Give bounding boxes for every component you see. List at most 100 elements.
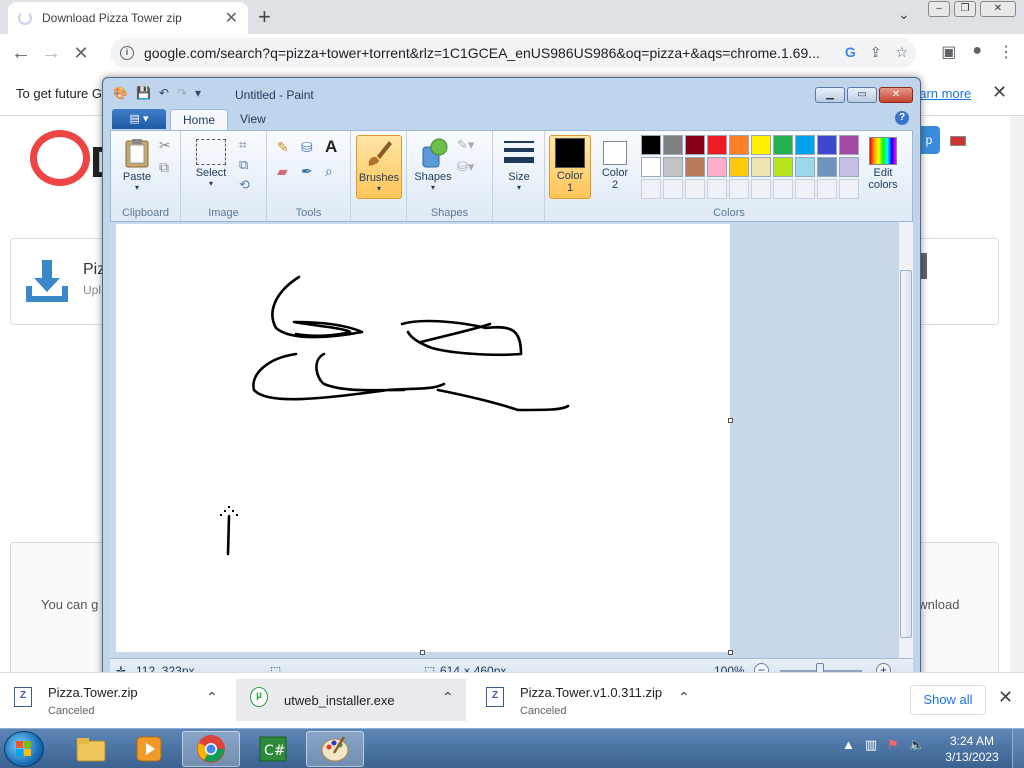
text-tool-icon[interactable]: A [325,137,343,156]
palette-swatch[interactable] [751,157,771,177]
select-button[interactable]: Select ▾ [189,135,233,195]
paint-file-menu[interactable]: ▤ ▾ [112,109,166,129]
custom-color-slot[interactable] [817,179,837,199]
canvas-resize-handle-bottom[interactable] [420,650,425,655]
address-bar[interactable]: i google.com/search?q=pizza+tower+torren… [110,38,916,68]
fill-bucket-icon[interactable]: ⛁ [301,139,319,157]
shapes-button[interactable]: Shapes ▾ [411,135,455,195]
show-all-button[interactable]: Show all [910,685,986,715]
custom-color-slot[interactable] [773,179,793,199]
custom-color-slot[interactable] [795,179,815,199]
palette-swatch[interactable] [729,157,749,177]
profile-avatar-icon[interactable]: ● [972,42,982,62]
paint-close-icon[interactable]: ✕ [879,87,913,103]
paint-app-icon[interactable]: 🎨 [113,86,128,100]
restore-window-icon[interactable]: ❐ [954,1,976,17]
palette-swatch[interactable] [773,135,793,155]
site-info-icon[interactable]: i [120,46,134,60]
custom-color-slot[interactable] [707,179,727,199]
paint-maximize-icon[interactable]: ▭ [847,87,877,103]
palette-swatch[interactable] [663,135,683,155]
download-item[interactable]: Z Pizza.Tower.v1.0.311.zip Canceled ⌃ [472,679,702,721]
palette-swatch[interactable] [641,157,661,177]
google-lens-icon[interactable]: G [845,44,856,61]
new-tab-icon[interactable]: + [258,4,271,30]
tab-search-chevron-icon[interactable]: ⌄ [898,6,910,23]
color2-button[interactable]: Color 2 [595,135,635,195]
palette-swatch[interactable] [817,135,837,155]
palette-swatch[interactable] [707,135,727,155]
chevron-up-icon[interactable]: ⌃ [206,689,218,706]
minimize-window-icon[interactable]: – [928,1,950,17]
color1-button[interactable]: Color 1 [549,135,591,199]
size-button[interactable]: Size ▾ [497,135,541,195]
copy-icon[interactable]: ⧉ [159,159,177,177]
chrome-taskbar-icon[interactable] [182,731,240,767]
chevron-up-icon[interactable]: ⌃ [442,689,454,706]
color-picker-icon[interactable]: ✒ [301,163,319,181]
quick-save-icon[interactable]: 💾 [136,86,151,100]
share-icon[interactable]: ⇪ [870,44,882,61]
close-window-icon[interactable]: ✕ [980,1,1016,17]
pencil-icon[interactable]: ✎ [277,139,295,157]
chrome-menu-icon[interactable]: ⋮ [998,42,1014,62]
palette-swatch[interactable] [663,157,683,177]
custom-color-slot[interactable] [685,179,705,199]
tab-close-icon[interactable]: ✕ [225,8,238,28]
show-desktop-button[interactable] [1012,729,1024,768]
custom-color-slot[interactable] [663,179,683,199]
fill-icon[interactable]: ⛁▾ [457,159,475,177]
resize-icon[interactable]: ⧉ [239,157,257,175]
cut-icon[interactable]: ✂ [159,137,177,155]
palette-swatch[interactable] [685,157,705,177]
flag-notification-icon[interactable]: ⚑ [887,737,899,753]
tray-expand-icon[interactable]: ▲ [842,737,855,753]
canvas-vertical-scrollbar[interactable] [898,222,913,658]
palette-swatch[interactable] [839,157,859,177]
browser-tab[interactable]: Download Pizza Tower zip ✕ [8,2,248,34]
palette-swatch[interactable] [839,135,859,155]
drawing-canvas[interactable] [116,224,730,652]
file-explorer-taskbar-icon[interactable] [62,731,120,767]
crop-icon[interactable]: ⌗ [239,137,257,155]
side-panel-icon[interactable]: ▣ [941,42,956,62]
download-item[interactable]: µ utweb_installer.exe ⌃ [236,679,466,721]
palette-swatch[interactable] [751,135,771,155]
palette-swatch[interactable] [707,157,727,177]
media-player-taskbar-icon[interactable] [120,731,178,767]
tab-home[interactable]: Home [170,109,229,130]
palette-swatch[interactable] [795,157,815,177]
forward-icon[interactable]: → [36,42,66,65]
canvas-resize-handle-right[interactable] [728,418,733,423]
bookmark-star-icon[interactable]: ☆ [895,44,908,61]
palette-swatch[interactable] [795,135,815,155]
network-icon[interactable]: ▥ [865,737,877,753]
flag-icon[interactable] [950,136,966,146]
palette-swatch[interactable] [817,157,837,177]
palette-swatch[interactable] [685,135,705,155]
infobar-close-icon[interactable]: ✕ [992,82,1007,103]
palette-swatch[interactable] [641,135,661,155]
custom-color-slot[interactable] [729,179,749,199]
custom-color-slot[interactable] [839,179,859,199]
custom-color-slot[interactable] [641,179,661,199]
palette-swatch[interactable] [729,135,749,155]
paint-titlebar[interactable]: 🎨 💾 ↶ ↷ ▾ Untitled - Paint ▁ ▭ ✕ [103,78,920,108]
edit-colors-button[interactable]: Edit colors [861,135,905,195]
csharp-editor-taskbar-icon[interactable]: C# [244,731,302,767]
rotate-icon[interactable]: ⟲ [239,177,257,195]
downloads-close-icon[interactable]: ✕ [998,687,1013,708]
volume-icon[interactable]: 🔈 [909,737,925,753]
custom-color-slot[interactable] [751,179,771,199]
back-icon[interactable]: ← [6,42,36,65]
outline-icon[interactable]: ✎▾ [457,137,475,155]
page-scrollbar[interactable] [1010,116,1024,682]
paint-minimize-icon[interactable]: ▁ [815,87,845,103]
eraser-icon[interactable]: ▰ [277,163,295,181]
paint-taskbar-icon[interactable] [306,731,364,767]
undo-icon[interactable]: ↶ [159,86,169,100]
redo-icon[interactable]: ↷ [177,86,187,100]
canvas-resize-handle-corner[interactable] [728,650,733,655]
chevron-up-icon[interactable]: ⌃ [678,689,690,706]
site-header-button[interactable]: p [918,126,940,154]
